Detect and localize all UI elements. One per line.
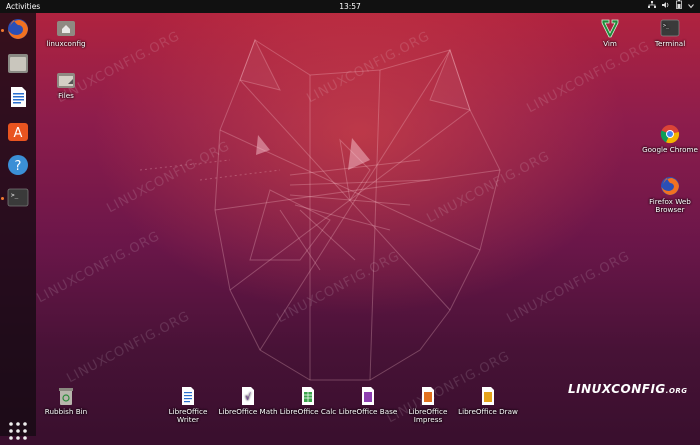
grid-icon [9, 422, 27, 440]
help-icon: ? [8, 155, 28, 175]
linuxconfig-logo: LINUXCONFIG.ORG [568, 382, 688, 396]
top-bar: Activities 13:57 [0, 0, 700, 13]
writer-dock-icon[interactable] [6, 85, 30, 109]
desktop-icon-label: LibreOffice Math [218, 407, 278, 416]
system-menu[interactable] [648, 0, 694, 13]
desktop-icon-label: LibreOffice Draw [458, 407, 518, 416]
libreoffice-math-icon: √ [238, 386, 258, 406]
software-icon: A [8, 123, 28, 141]
desktop-icon-libreoffice-writer[interactable]: LibreOffice Writer [158, 386, 218, 424]
battery-icon [676, 0, 682, 13]
terminal-icon: >_ [7, 188, 29, 207]
chevron-down-icon [688, 0, 694, 13]
desktop-icon-libreoffice-impress[interactable]: LibreOffice Impress [398, 386, 458, 424]
desktop-icon-label: Rubbish Bin [44, 407, 88, 416]
desktop-icon-linuxconfig[interactable]: linuxconfig [36, 18, 96, 48]
desktop-icon-vim[interactable]: Vim [580, 18, 640, 48]
libreoffice-calc-icon [298, 386, 318, 406]
desktop-icon-label: Files [58, 91, 74, 100]
running-indicator [1, 197, 4, 200]
desktop-icon-libreoffice-draw[interactable]: LibreOffice Draw [458, 386, 518, 416]
libreoffice-impress-icon [418, 386, 438, 406]
terminal-icon: >_ [660, 18, 680, 38]
trash-icon [56, 386, 76, 406]
dock: A ? >_ [0, 13, 36, 440]
clock[interactable]: 13:57 [0, 0, 700, 13]
desktop-icon-label: LibreOffice Writer [168, 407, 208, 425]
running-indicator [1, 29, 4, 32]
chrome-icon [660, 124, 680, 144]
terminal-dock-icon[interactable]: >_ [6, 185, 30, 209]
desktop-icon-terminal[interactable]: >_ Terminal [640, 18, 700, 48]
volume-icon [662, 0, 670, 13]
svg-text:>_: >_ [11, 192, 19, 199]
desktop-icon-label: Vim [603, 39, 617, 48]
network-icon [648, 0, 656, 13]
desktop-icon-files[interactable]: Files [36, 70, 96, 100]
desktop-icon-label: LibreOffice Base [338, 407, 398, 416]
desktop-icon-label: Firefox Web Browser [649, 197, 691, 215]
logo-text: LINUXCONFIG [568, 382, 666, 396]
desktop-icon-label: Terminal [654, 39, 686, 48]
vim-icon [600, 18, 620, 38]
firefox-dock-icon[interactable] [6, 17, 30, 41]
logo-suffix: .ORG [665, 387, 688, 395]
help-dock-icon[interactable]: ? [6, 153, 30, 177]
firefox-icon [8, 19, 28, 39]
files-icon [56, 70, 76, 90]
svg-text:√: √ [245, 392, 251, 403]
desktop-icon-rubbish-bin[interactable]: Rubbish Bin [36, 386, 96, 416]
desktop-icon-google-chrome[interactable]: Google Chrome [640, 124, 700, 154]
desktop-icon-libreoffice-base[interactable]: LibreOffice Base [338, 386, 398, 416]
svg-text:?: ? [15, 159, 22, 174]
files-dock-icon[interactable] [6, 51, 30, 75]
desktop-icon-libreoffice-math[interactable]: √ LibreOffice Math [218, 386, 278, 416]
files-icon [8, 54, 28, 73]
desktop-icon-firefox[interactable]: Firefox Web Browser [640, 176, 700, 214]
svg-text:>_: >_ [663, 23, 670, 29]
software-dock-icon[interactable]: A [6, 119, 30, 143]
desktop-icon-label: LibreOffice Calc [279, 407, 337, 416]
libreoffice-writer-icon [178, 386, 198, 406]
firefox-icon [660, 176, 680, 196]
desktop-icon-label: Google Chrome [642, 145, 698, 154]
desktop-icon-label: LibreOffice Impress [408, 407, 448, 425]
home-folder-icon [56, 18, 76, 38]
desktop-icon-libreoffice-calc[interactable]: LibreOffice Calc [278, 386, 338, 416]
show-applications-button[interactable] [8, 421, 28, 441]
writer-icon [11, 87, 26, 107]
desktop-icon-label: linuxconfig [46, 39, 86, 48]
libreoffice-draw-icon [478, 386, 498, 406]
libreoffice-base-icon [358, 386, 378, 406]
svg-text:A: A [14, 126, 23, 141]
